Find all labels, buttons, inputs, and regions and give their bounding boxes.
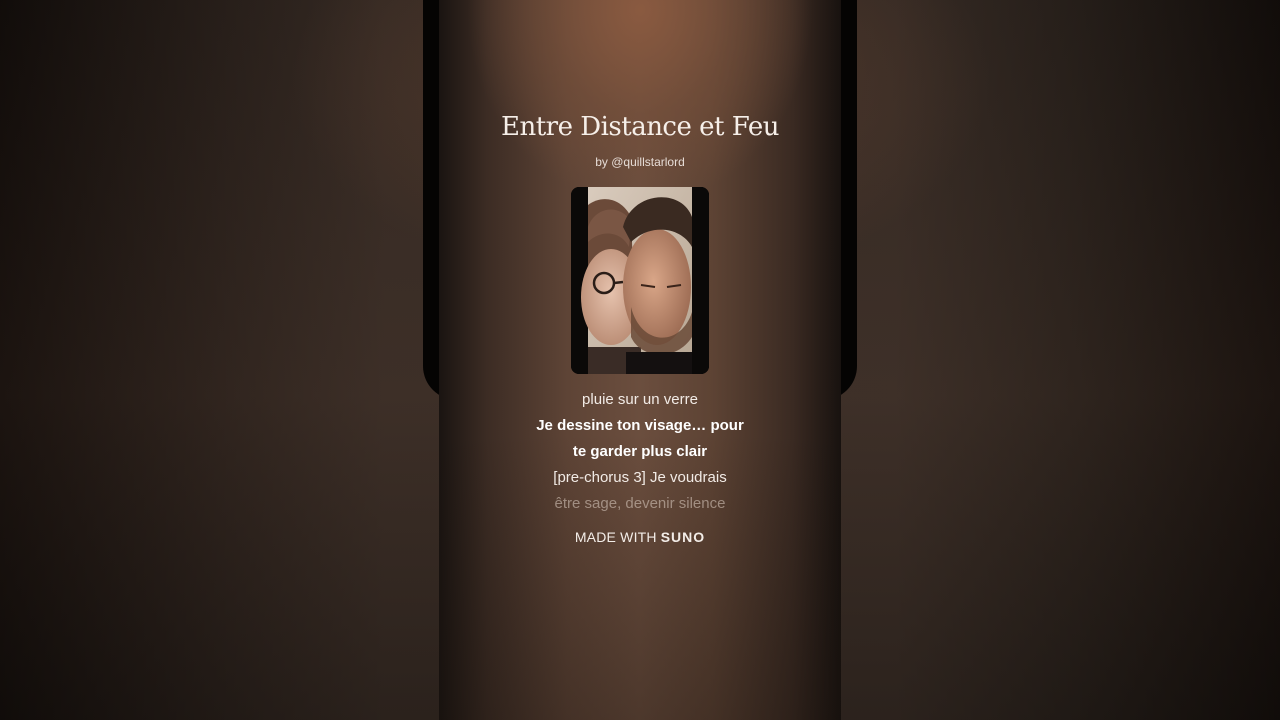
lyric-line: pluie sur un verre — [582, 391, 698, 408]
cover-art-image — [571, 187, 709, 374]
song-author: by @quillstarlord — [595, 155, 685, 169]
vertical-video-panel: Entre Distance et Feu by @quillstarlord — [439, 0, 841, 720]
made-with-badge: MADE WITH SUNO — [439, 529, 841, 545]
lyric-line-upcoming: être sage, devenir silence — [554, 495, 726, 512]
suno-logo: SUNO — [660, 529, 706, 545]
lyrics-list: pluie sur un verre Je dessine ton visage… — [439, 387, 841, 517]
song-title: Entre Distance et Feu — [500, 112, 780, 142]
song-card: Entre Distance et Feu by @quillstarlord — [439, 0, 841, 720]
lyric-line-current: Je dessine ton visage… pour — [536, 417, 744, 434]
lyric-line-current: te garder plus clair — [572, 443, 708, 460]
video-player-frame[interactable]: Je de pour t [pr rais Entre Distance et … — [0, 0, 1280, 720]
cover-art — [571, 187, 709, 374]
made-with-label: MADE WITH — [574, 529, 657, 545]
lyric-line: [pre-chorus 3] Je voudrais — [553, 469, 727, 486]
